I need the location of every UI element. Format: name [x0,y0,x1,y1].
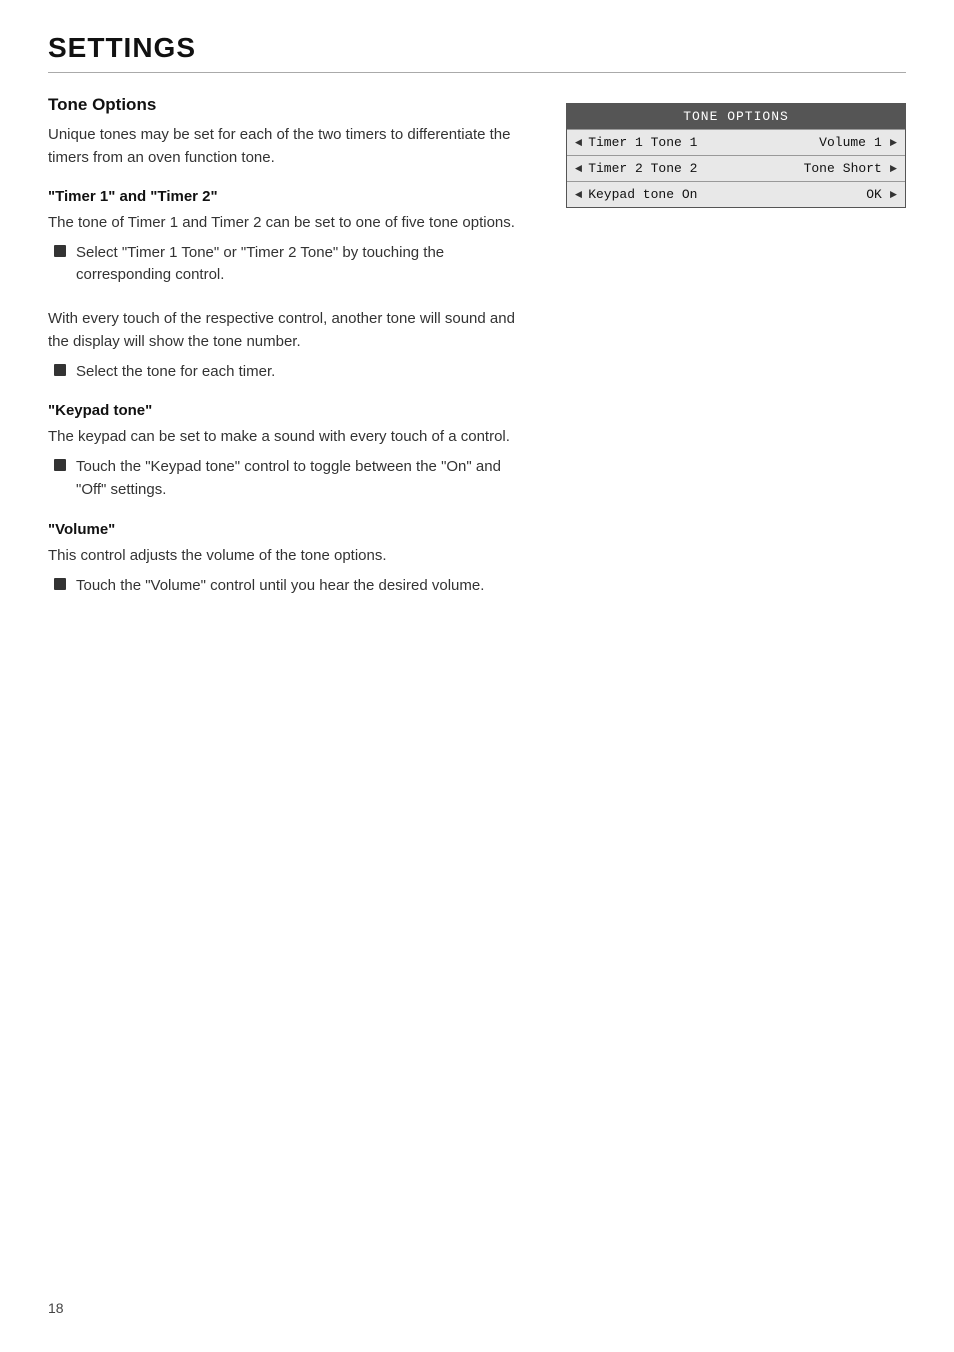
title-divider [48,72,906,73]
bullet-icon [54,364,66,376]
left-column: Tone Options Unique tones may be set for… [48,95,534,622]
section-intro: Unique tones may be set for each of the … [48,123,534,170]
timer1-label: Timer 1 Tone 1 [588,135,815,150]
right-column: TONE OPTIONS ◄ Timer 1 Tone 1 Volume 1 ►… [566,95,906,208]
bullet-icon [54,578,66,590]
section-title: Tone Options [48,95,534,115]
subsection-middle: With every touch of the respective contr… [48,307,534,384]
tone-panel-row-keypad[interactable]: ◄ Keypad tone On OK ► [567,181,905,207]
page-number: 18 [48,1300,64,1316]
keypad-label: Keypad tone On [588,187,854,202]
tone-panel-row-timer2[interactable]: ◄ Timer 2 Tone 2 Tone Short ► [567,155,905,181]
tone-options-panel: TONE OPTIONS ◄ Timer 1 Tone 1 Volume 1 ►… [566,103,906,208]
timer1-value: 1 [874,135,882,150]
subsection-volume-body: This control adjusts the volume of the t… [48,544,534,567]
list-item: Select "Timer 1 Tone" or "Timer 2 Tone" … [54,242,534,287]
tone-panel-header: TONE OPTIONS [567,104,905,129]
timer2-label: Timer 2 Tone 2 [588,161,799,176]
list-item: Select the tone for each timer. [54,361,534,384]
timer1-setting-label: Volume [819,135,866,150]
middle-body: With every touch of the respective contr… [48,307,534,354]
forward-arrow-icon: ► [890,188,897,202]
subsection-timer-body: The tone of Timer 1 and Timer 2 can be s… [48,211,534,234]
subsection-keypad-title: "Keypad tone" [48,402,534,419]
subsection-volume: "Volume" This control adjusts the volume… [48,521,534,598]
subsection-timer-title: "Timer 1" and "Timer 2" [48,188,534,205]
timer2-setting-label: Tone [804,161,835,176]
timer2-value: Short [843,161,882,176]
bullet-text: Touch the "Keypad tone" control to toggl… [76,456,534,501]
subsection-volume-title: "Volume" [48,521,534,538]
bullet-icon [54,459,66,471]
back-arrow-icon: ◄ [575,162,582,176]
bullet-text: Select "Timer 1 Tone" or "Timer 2 Tone" … [76,242,534,287]
tone-panel-row-timer1[interactable]: ◄ Timer 1 Tone 1 Volume 1 ► [567,129,905,155]
content-area: Tone Options Unique tones may be set for… [48,95,906,622]
list-item: Touch the "Volume" control until you hea… [54,575,534,598]
bullet-text: Touch the "Volume" control until you hea… [76,575,484,598]
subsection-timer: "Timer 1" and "Timer 2" The tone of Time… [48,188,534,287]
back-arrow-icon: ◄ [575,188,582,202]
page-title: SETTINGS [48,32,906,64]
bullet-icon [54,245,66,257]
subsection-keypad: "Keypad tone" The keypad can be set to m… [48,402,534,501]
back-arrow-icon: ◄ [575,136,582,150]
subsection-keypad-body: The keypad can be set to make a sound wi… [48,425,534,448]
forward-arrow-icon: ► [890,162,897,176]
forward-arrow-icon: ► [890,136,897,150]
keypad-value: OK [866,187,882,202]
list-item: Touch the "Keypad tone" control to toggl… [54,456,534,501]
bullet-text: Select the tone for each timer. [76,361,275,384]
